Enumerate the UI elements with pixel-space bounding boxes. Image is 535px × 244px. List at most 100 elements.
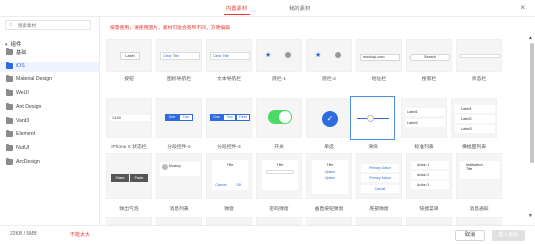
tile-label: 快捷菜单 [419,207,439,212]
dialog-cancel: Cancel [215,183,227,187]
tile-search-bar[interactable]: Search [406,39,452,72]
tile-segmented-2[interactable]: One Two [156,98,202,138]
tile-status-bar[interactable] [456,39,502,72]
tile-segmented-3[interactable]: One Two Three [206,98,252,138]
star-icon: ★ [315,52,322,59]
notification-title: Title [466,167,473,171]
menu-item: Action 1 [411,161,449,169]
tile-label: 搜索栏 [421,77,437,82]
tile-label: 底栏-1 [272,77,286,82]
tile-preview: Search [410,54,450,61]
tile-address-bar[interactable]: mockup.com [356,39,402,72]
sidebar-item-basic[interactable]: 基础 [0,48,99,58]
sidebar-item-weui[interactable]: WeUI [0,89,99,99]
folder-icon [6,103,13,110]
menu-item: Action 2 [411,171,449,179]
sidebar-item-label: NutUI [16,145,30,151]
tile-label: 滑块 [368,145,378,150]
dialog-title: Title [326,163,334,167]
tile-quick-menu[interactable]: Action 1 Action 2 Action 3 [406,153,452,199]
scroll-up-icon[interactable]: ▲ [528,35,533,41]
sidebar-item-ios[interactable]: iOS [0,62,99,72]
tile-partial[interactable] [406,217,452,225]
insert-button[interactable]: 插入画板 [492,230,525,241]
sidebar-item-element[interactable]: Element [0,130,99,140]
dialog-option: Option [324,176,336,180]
dialog-preview: Title [262,160,298,190]
folder-icon [6,89,13,96]
sidebar-item-label: iOS [16,63,25,69]
tile-alert[interactable]: Title Cancel OK [206,153,252,199]
tile-tabbar-1[interactable]: ★ [256,39,302,72]
dialog-option: Option [324,170,336,174]
tile-notification[interactable]: Notification Title [456,153,502,199]
tile-text-navbar[interactable]: Clear Title [206,39,252,72]
sidebar-item-ant-design[interactable]: Ant Design [0,103,99,113]
bottom-bar: 22KB / 5MB 不能太大 取消 插入画板 [0,225,535,244]
tile-standard-list[interactable]: Label1 Label2 [401,98,447,138]
tile-label: 地址栏 [371,77,387,82]
dialog-preview: Title Option Option [312,160,348,194]
slider-thumb [367,115,374,122]
tile-slider[interactable] [350,96,395,140]
search-input[interactable] [18,22,88,29]
tile-label: 密码弹窗 [269,207,289,212]
sheet-action: Primary Action [361,174,399,182]
tab-builtin-assets[interactable]: 内置素材 [226,4,247,12]
tile-switch[interactable] [256,98,302,138]
sidebar-item-label: Ant Design [16,104,42,110]
dialog-title: Title [226,163,234,167]
tab-my-assets[interactable]: 我的素材 [289,4,310,12]
tile-label: 标准列表 [414,145,434,150]
sidebar-item-label: ArcDesign [16,159,40,165]
scroll-down-icon[interactable]: ▼ [528,213,533,219]
search-icon: ⌕ [9,22,13,28]
tile-partial[interactable] [306,217,352,225]
tile-tabbar-2[interactable]: ★ [306,39,352,72]
close-icon[interactable]: × [520,3,525,12]
tile-action-sheet[interactable]: Primary Action Primary Action Cancel [356,153,402,199]
preview-text: 13:00 [112,116,121,120]
sidebar-item-vant[interactable]: Vant3 [0,117,99,127]
tile-partial[interactable] [156,217,202,225]
tile-label: 消息列表 [169,207,189,212]
tile-partial[interactable] [206,217,252,225]
preview-text: Search [423,55,437,59]
tile-iphonex-status-bar[interactable]: 13:00 [106,98,152,138]
tile-vertical-button-dialog[interactable]: Title Option Option [306,153,352,199]
tile-label: 图标导航栏 [167,77,191,82]
tile-button[interactable]: Label [106,39,152,72]
tile-password-dialog[interactable]: Title [256,153,302,199]
tile-preview: mockup.com [360,54,400,61]
sidebar-item-nutui[interactable]: NutUI [0,144,99,154]
list-row: Label1 [455,105,495,113]
tile-partial[interactable] [356,217,402,225]
tile-partial[interactable] [106,217,152,225]
scrollbar-thumb[interactable] [530,43,534,163]
tree-root-components[interactable]: ▾ 组件 [5,40,22,48]
tile-label: 弹窗 [224,207,234,212]
list-row: Label2 [405,119,445,127]
search-box[interactable]: ⌕ [5,20,91,30]
segment-a: One [210,114,223,121]
list-row: Label3 [455,125,495,133]
list-row: Label1 [405,108,445,116]
password-field [266,170,294,174]
tile-banner-list[interactable]: Label1 Label2 Label3 [451,98,497,138]
tile-icon-navbar[interactable]: Clear Title [156,39,202,72]
tile-message-list[interactable]: Mockup [156,153,202,199]
menu-item: Action 3 [411,181,449,189]
sidebar-item-arcdesign[interactable]: ArcDesign [0,158,99,168]
sidebar-item-label: Vant3 [16,118,30,124]
segment-c: Three [236,114,250,121]
tile-radio[interactable]: ✓ [306,98,352,138]
sidebar-item-label: Element [16,131,36,137]
tile-popover[interactable]: Share Paste [106,153,152,199]
sidebar-item-label: WeUI [16,90,29,96]
tile-partial[interactable] [256,217,302,225]
tile-partial[interactable] [456,217,502,225]
preview-text: Clear Title [163,54,180,58]
avatar [162,164,168,170]
cancel-button[interactable]: 取消 [455,230,485,241]
sidebar-item-material-design[interactable]: Material Design [0,75,99,85]
